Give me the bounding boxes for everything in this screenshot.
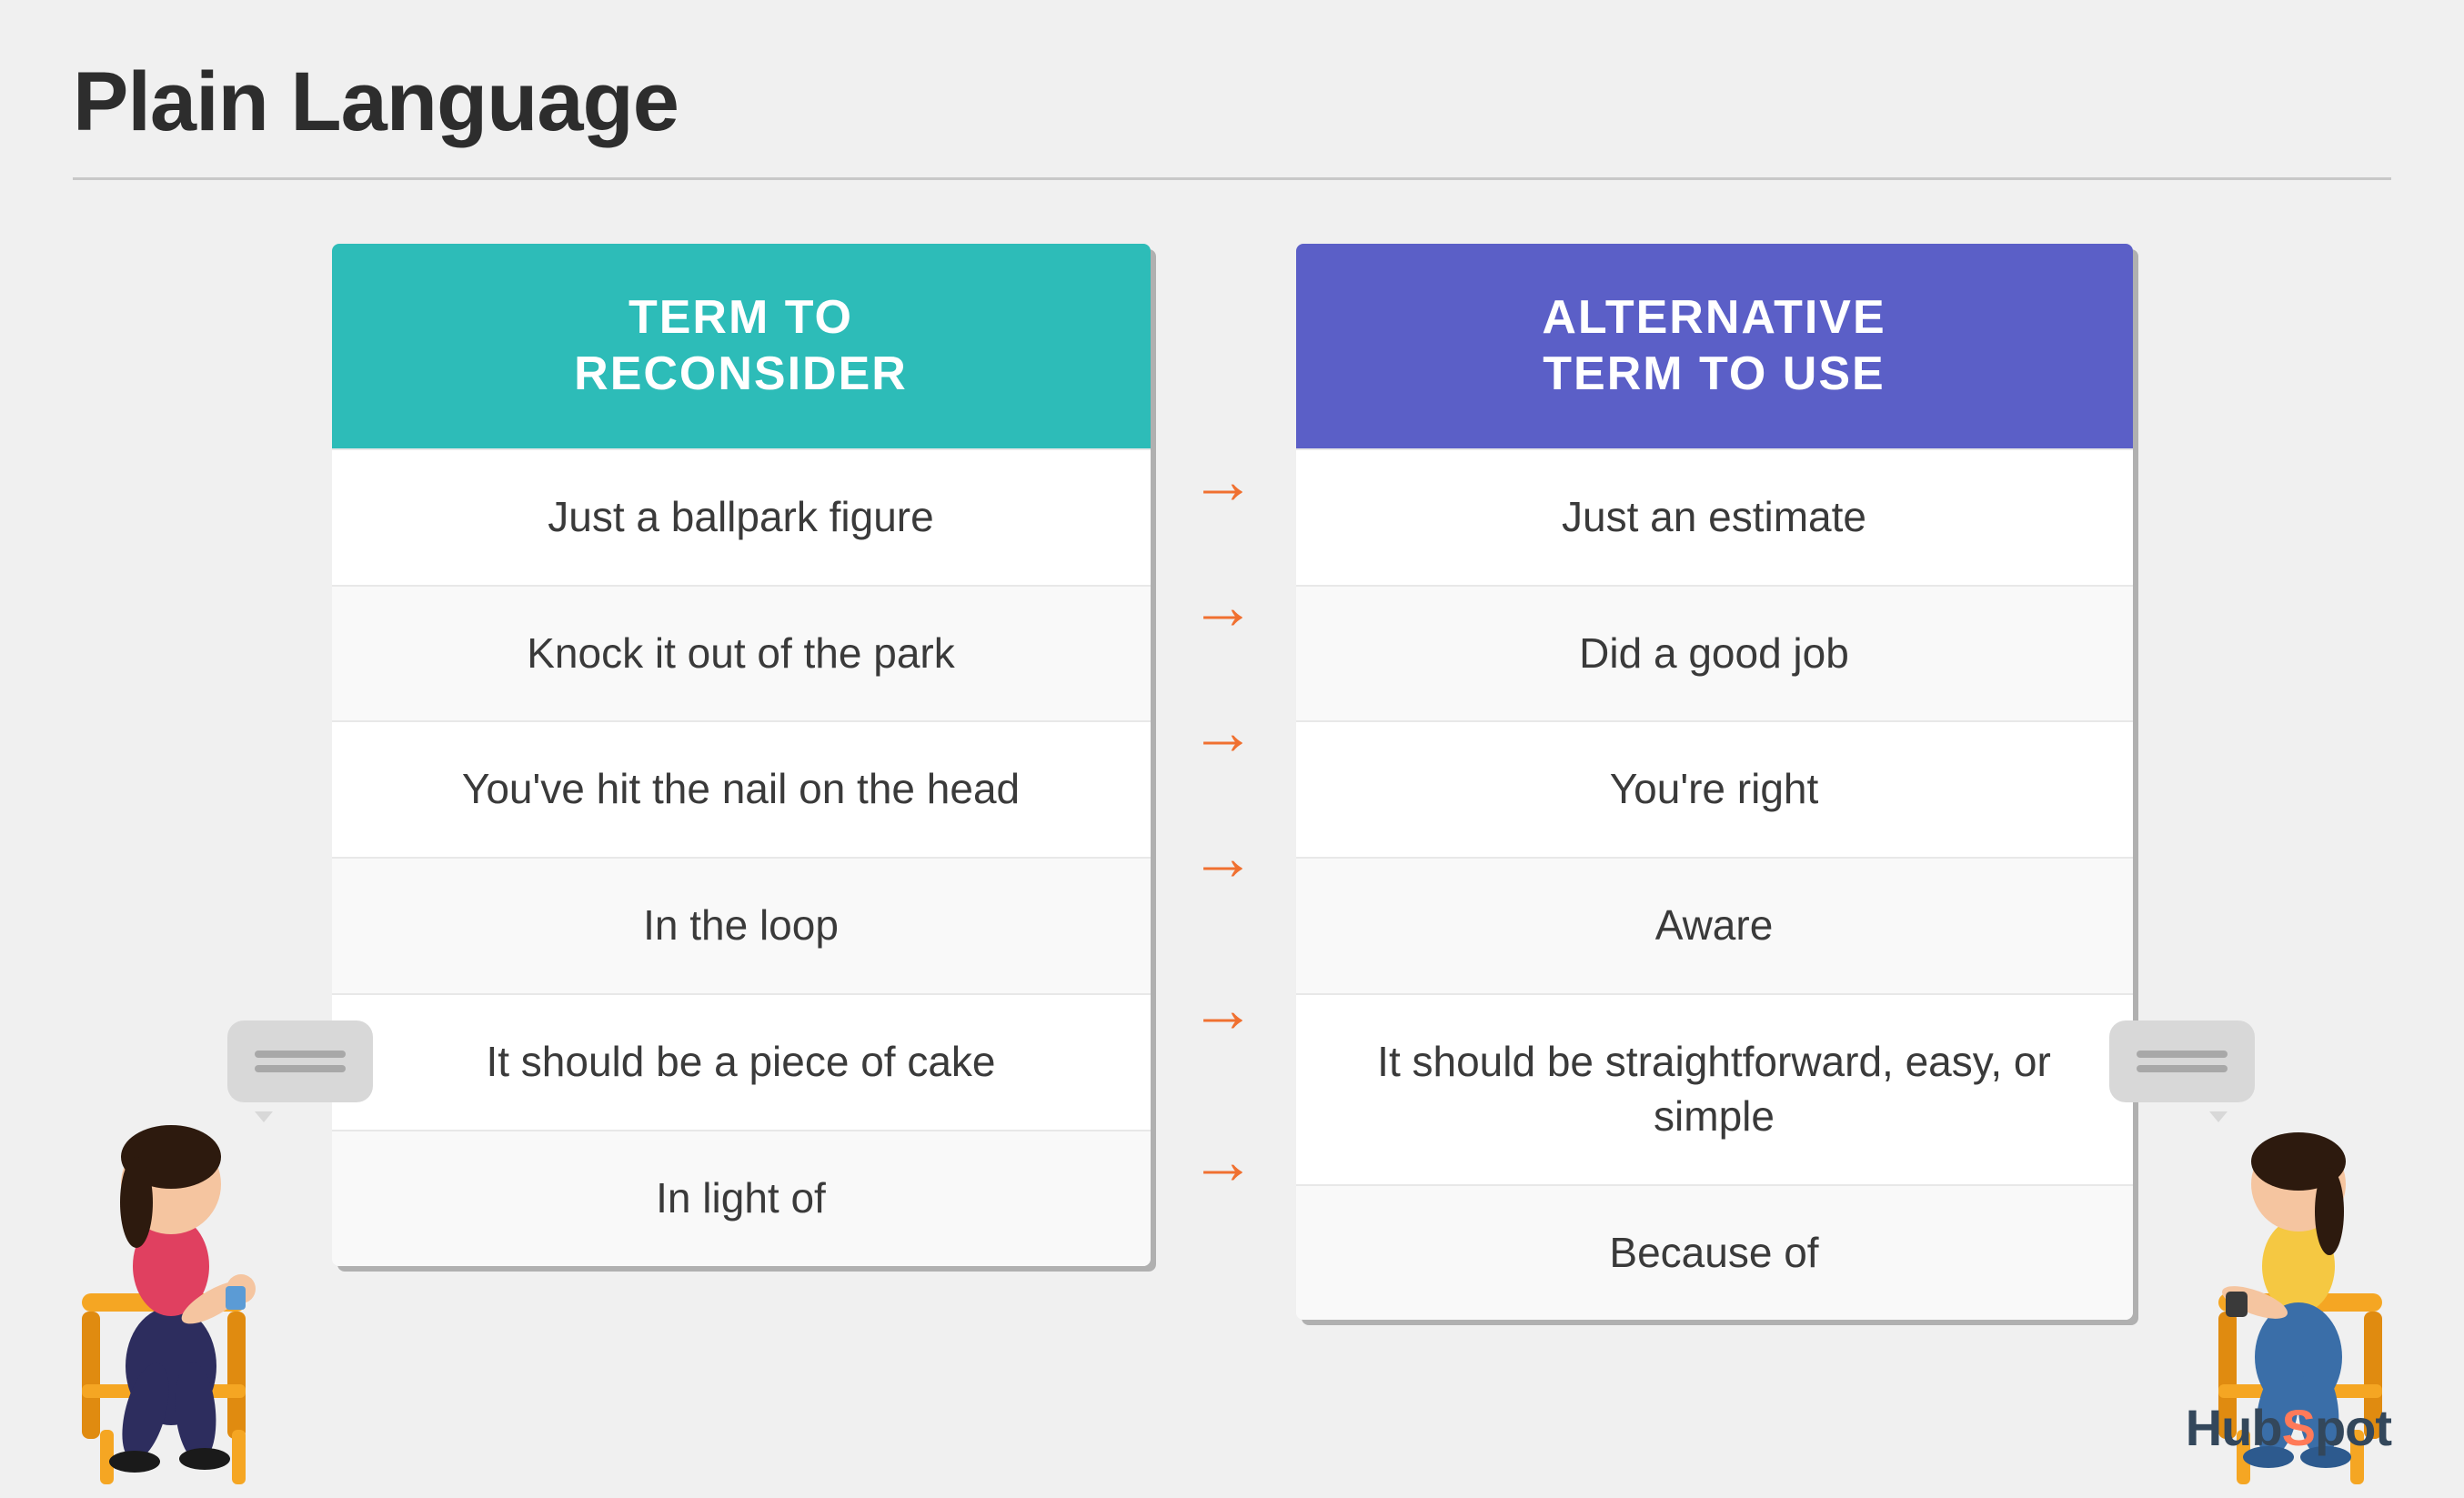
arrow-icon: → (1151, 920, 1296, 1099)
list-item: Knock it out of the park (332, 585, 1151, 721)
list-item: You're right (1296, 720, 2133, 857)
left-table: TERM TORECONSIDER Just a ballpark figure… (332, 244, 1151, 1266)
list-item: In light of (332, 1130, 1151, 1266)
list-item: You've hit the nail on the head (332, 720, 1151, 857)
list-item: Just an estimate (1296, 448, 2133, 585)
page-title: Plain Language (73, 55, 2391, 150)
hubspot-logo: HubSpot (2186, 1398, 2391, 1457)
right-table-header: ALTERNATIVETERM TO USE (1296, 244, 2133, 448)
page: Plain Language TERM TORECONSIDER Just a … (0, 0, 2464, 1493)
arrow-icon: → (1151, 669, 1296, 795)
arrows-column: → → → → → → (1151, 244, 1296, 1224)
list-item: In the loop (332, 857, 1151, 993)
list-item: Aware (1296, 857, 2133, 993)
character-left (27, 948, 318, 1493)
hubspot-dot: S (2282, 1399, 2315, 1456)
left-table-header: TERM TORECONSIDER (332, 244, 1151, 448)
list-item: Because of (1296, 1184, 2133, 1321)
arrow-icon: → (1151, 1099, 1296, 1224)
list-item: Did a good job (1296, 585, 2133, 721)
arrow-icon: → (1151, 795, 1296, 920)
main-content: TERM TORECONSIDER Just a ballpark figure… (73, 244, 2391, 1320)
list-item: It should be straightforward, easy, or s… (1296, 993, 2133, 1184)
arrow-icon: → (1151, 418, 1296, 544)
divider (73, 177, 2391, 180)
list-item: Just a ballpark figure (332, 448, 1151, 585)
arrow-icon: → (1151, 544, 1296, 669)
right-table: ALTERNATIVETERM TO USE Just an estimate … (1296, 244, 2133, 1320)
list-item: It should be a piece of cake (332, 993, 1151, 1130)
